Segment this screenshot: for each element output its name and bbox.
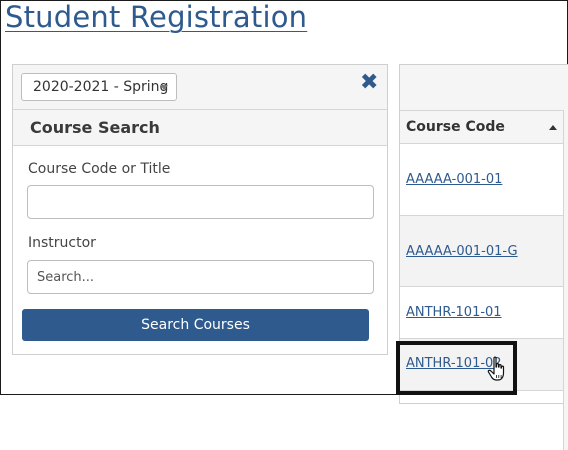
hand-pointer-icon [487, 356, 505, 381]
column-divider [563, 110, 568, 450]
course-code-input[interactable] [27, 185, 374, 219]
term-select-value: 2020-2021 - Spring [33, 79, 169, 95]
instructor-input[interactable] [27, 260, 374, 294]
page-title: Student Registration [5, 0, 308, 34]
course-code-link[interactable]: ANTHR-101-01 [406, 305, 502, 320]
table-row: AAAAA-001-01 [400, 144, 563, 216]
section-title: Course Search [13, 110, 387, 146]
course-code-label: Course Code or Title [28, 161, 171, 177]
sort-ascending-icon[interactable] [549, 125, 557, 130]
close-icon[interactable]: ✖ [360, 72, 378, 94]
search-courses-button[interactable]: Search Courses [22, 309, 369, 341]
instructor-label: Instructor [28, 235, 96, 251]
course-code-link[interactable]: AAAAA-001-01 [406, 172, 502, 187]
table-row: AAAAA-001-01-G [400, 216, 563, 287]
chevron-down-icon [160, 85, 168, 90]
course-search-panel: 2020-2021 - Spring ✖ Course Search Cours… [12, 64, 388, 355]
course-code-link[interactable]: AAAAA-001-01-G [406, 244, 518, 259]
results-toolbar [400, 65, 568, 110]
column-header-label: Course Code [406, 119, 505, 135]
term-select[interactable]: 2020-2021 - Spring [21, 73, 177, 101]
column-header-course-code[interactable]: Course Code [400, 110, 563, 144]
table-row: ANTHR-101-01 [400, 287, 563, 339]
panel-toolbar: 2020-2021 - Spring ✖ [13, 65, 387, 110]
